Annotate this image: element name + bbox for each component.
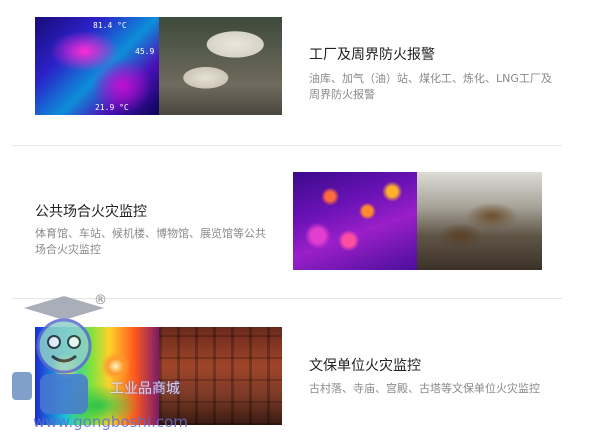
watermark-brand: 工业品商城 [110, 381, 180, 397]
section-description: 油库、加气（油）站、煤化工、炼化、LNG工厂及周界防火报警 [309, 72, 552, 101]
thermal-image-factory: 81.4 °C 45.9 21.9 °C [35, 17, 282, 115]
watermark-mascot-icon [12, 296, 104, 414]
section-title: 公共场合火灾监控 [35, 204, 147, 220]
photo-view [159, 17, 282, 115]
section-title: 文保单位火灾监控 [309, 358, 421, 374]
temp-label-mid: 45.9 [135, 47, 155, 56]
photo-view [417, 172, 542, 270]
section-title: 工厂及周界防火报警 [309, 47, 435, 63]
photo-view [159, 327, 282, 425]
temp-label-high: 81.4 °C [93, 21, 127, 30]
thermal-view [293, 172, 417, 270]
watermark-url: www.gongboshi.com [33, 413, 188, 431]
divider [12, 145, 562, 146]
thermal-view: 81.4 °C 45.9 21.9 °C [35, 17, 159, 115]
registered-mark: ® [94, 293, 107, 308]
section-description: 古村落、寺庙、宫殿、古塔等文保单位火灾监控 [309, 382, 540, 395]
section-description: 体育馆、车站、候机楼、博物馆、展览馆等公共场合火灾监控 [35, 227, 266, 256]
temp-label-low: 21.9 °C [95, 103, 129, 112]
thermal-image-public [293, 172, 542, 270]
